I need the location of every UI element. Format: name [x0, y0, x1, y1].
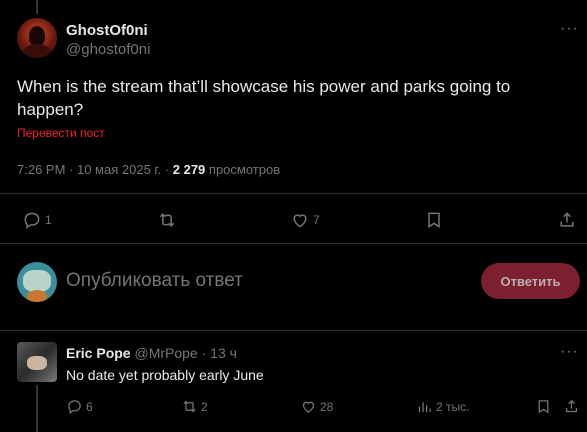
bookmark-button[interactable] — [535, 398, 552, 415]
views-button[interactable]: 2 тыс. — [416, 398, 469, 415]
like-button[interactable]: 28 — [300, 398, 333, 415]
main-post: GhostOf0ni @ghostof0ni ··· When is the s… — [0, 0, 587, 330]
author-display-name[interactable]: GhostOf0ni — [66, 22, 148, 39]
retweet-button[interactable]: 2 — [181, 398, 208, 415]
reply-author-avatar[interactable] — [17, 342, 57, 382]
share-icon — [560, 212, 574, 227]
bookmark-icon — [538, 400, 549, 414]
author-avatar[interactable] — [17, 18, 57, 58]
thread-line-bottom — [36, 385, 38, 432]
views-icon — [418, 402, 431, 413]
more-options-icon[interactable]: ··· — [560, 20, 579, 38]
retweet-button[interactable] — [157, 210, 180, 230]
retweet-icon — [183, 400, 196, 413]
translate-post-link[interactable]: Перевести пост — [17, 126, 105, 140]
reply-header: Eric Pope @MrPope · 13 ч — [66, 345, 237, 361]
author-handle[interactable]: @ghostof0ni — [66, 41, 150, 58]
reply-button[interactable]: 1 — [22, 210, 52, 230]
reply-count: 6 — [86, 399, 93, 414]
post-date[interactable]: 10 мая 2025 г. — [77, 162, 161, 177]
like-button[interactable]: 7 — [290, 210, 320, 230]
retweet-count: 2 — [201, 399, 208, 414]
reply-post[interactable]: Eric Pope @MrPope · 13 ч ··· No date yet… — [0, 330, 587, 432]
reply-icon — [68, 400, 81, 415]
reply-actions: 6 2 28 2 тыс. — [0, 396, 587, 418]
reply-time[interactable]: · 13 ч — [198, 345, 237, 361]
current-user-avatar — [17, 262, 57, 302]
post-actions: 1 7 — [0, 205, 587, 235]
reply-button[interactable]: 6 — [66, 398, 93, 415]
reply-submit-button[interactable]: Ответить — [481, 263, 580, 299]
like-count: 7 — [313, 213, 320, 227]
share-button[interactable] — [563, 398, 580, 415]
divider — [0, 193, 587, 194]
post-meta: 7:26 PM · 10 мая 2025 г. · 2 279 просмот… — [17, 162, 280, 177]
meta-separator: · — [161, 162, 173, 177]
reply-author-name[interactable]: Eric Pope — [66, 345, 131, 361]
post-text: When is the stream that’ll showcase his … — [17, 77, 511, 119]
reply-icon — [24, 212, 40, 229]
retweet-icon — [159, 213, 175, 227]
reply-text: No date yet probably early June — [66, 367, 264, 383]
share-icon — [565, 399, 578, 413]
reply-author-handle[interactable]: @MrPope — [134, 345, 197, 361]
like-count: 28 — [320, 399, 334, 414]
bookmark-icon — [428, 212, 440, 229]
reply-input[interactable]: Опубликовать ответ — [66, 270, 243, 292]
meta-separator: · — [65, 162, 77, 177]
share-button[interactable] — [557, 210, 577, 230]
bookmark-button[interactable] — [424, 210, 444, 230]
divider — [0, 243, 587, 244]
heart-icon — [302, 401, 315, 413]
more-options-icon[interactable]: ··· — [560, 343, 579, 361]
views-label: просмотров — [205, 162, 281, 177]
post-time[interactable]: 7:26 PM — [17, 162, 65, 177]
reply-count: 1 — [45, 213, 52, 227]
views-count: 2 тыс. — [436, 399, 470, 414]
views-count: 2 279 — [172, 162, 206, 177]
heart-icon — [293, 214, 307, 228]
